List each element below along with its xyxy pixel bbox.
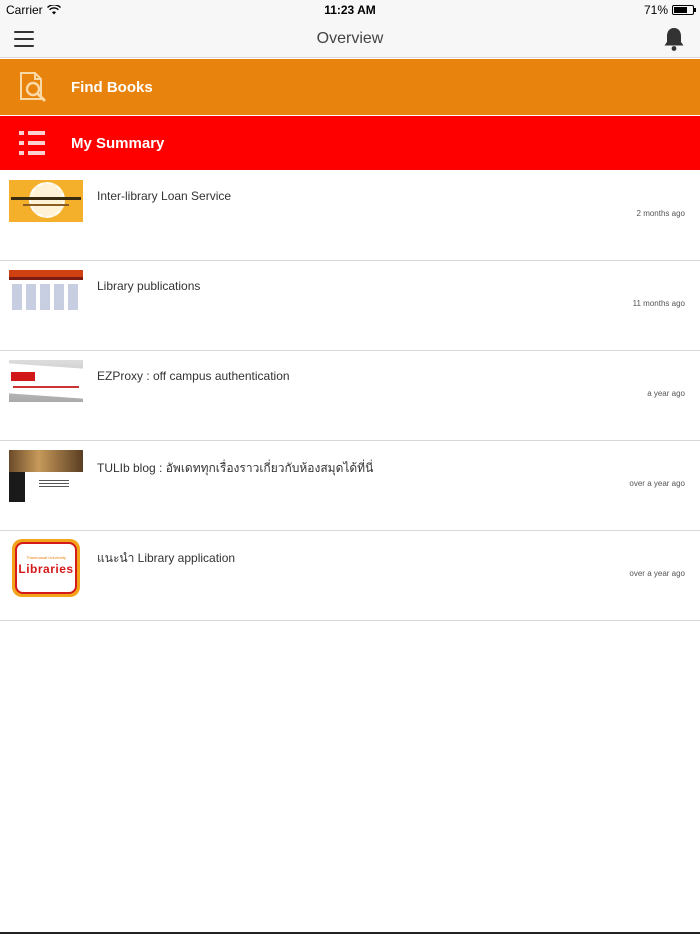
logo-subtitle: Thammasat University bbox=[26, 555, 66, 560]
news-list: Inter-library Loan Service 2 months ago … bbox=[0, 171, 700, 621]
item-time: 2 months ago bbox=[636, 209, 685, 218]
battery-info: 71% bbox=[643, 3, 696, 17]
list-item[interactable]: Inter-library Loan Service 2 months ago bbox=[0, 171, 700, 261]
item-thumbnail bbox=[9, 270, 83, 312]
item-thumbnail bbox=[9, 180, 83, 222]
logo-title: Libraries bbox=[18, 562, 74, 576]
status-time: 11:23 AM bbox=[324, 3, 376, 17]
item-time: over a year ago bbox=[629, 479, 685, 488]
battery-icon bbox=[672, 5, 696, 15]
item-title: แนะนำ Library application bbox=[97, 551, 236, 565]
item-title: Inter-library Loan Service bbox=[97, 189, 232, 203]
status-bar: Carrier 11:23 AM 71% bbox=[0, 0, 700, 20]
list-item[interactable]: TULIb blog : อัพเดททุกเรื่องราวเกี่ยวกับ… bbox=[0, 441, 700, 531]
battery-percent: 71% bbox=[643, 3, 668, 17]
list-item[interactable]: Library publications 11 months ago bbox=[0, 261, 700, 351]
item-time: a year ago bbox=[647, 389, 685, 398]
find-books-label: Find Books bbox=[71, 78, 153, 96]
item-title: EZProxy : off campus authentication bbox=[97, 369, 290, 383]
page-title: Overview bbox=[316, 30, 384, 47]
item-title: TULIb blog : อัพเดททุกเรื่องราวเกี่ยวกับ… bbox=[97, 461, 374, 475]
item-thumbnail bbox=[9, 450, 83, 502]
item-thumbnail bbox=[9, 360, 83, 402]
bell-icon[interactable] bbox=[662, 26, 686, 52]
list-item[interactable]: Thammasat University Libraries แนะนำ Lib… bbox=[0, 531, 700, 621]
search-book-icon bbox=[20, 72, 46, 102]
find-books-banner[interactable]: Find Books bbox=[0, 59, 700, 115]
library-logo-thumbnail: Thammasat University Libraries bbox=[12, 539, 80, 597]
list-icon bbox=[19, 131, 45, 155]
my-summary-label: My Summary bbox=[71, 134, 165, 152]
my-summary-banner[interactable]: My Summary bbox=[0, 116, 700, 170]
item-time: over a year ago bbox=[629, 569, 685, 578]
item-title: Library publications bbox=[97, 279, 201, 293]
item-time: 11 months ago bbox=[632, 299, 685, 308]
navigation-bar: Overview bbox=[0, 20, 700, 58]
list-item[interactable]: EZProxy : off campus authentication a ye… bbox=[0, 351, 700, 441]
